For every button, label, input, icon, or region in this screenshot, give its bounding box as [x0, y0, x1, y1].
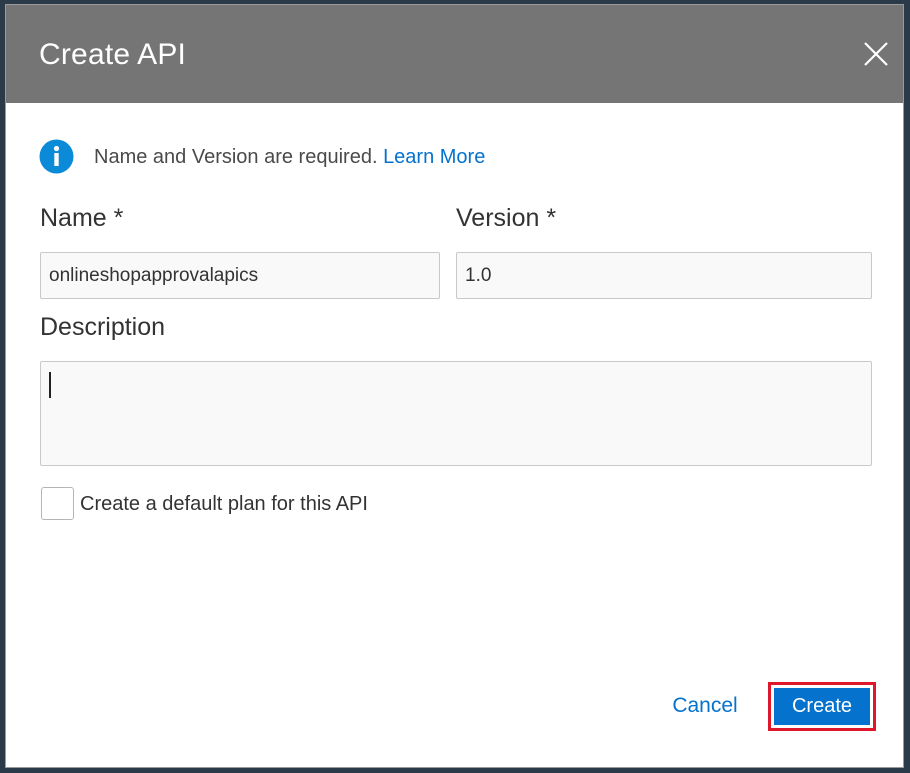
dialog-title: Create API — [39, 38, 187, 71]
name-input[interactable] — [40, 252, 440, 299]
version-label: Version * — [456, 204, 557, 232]
info-icon — [39, 139, 74, 174]
version-input[interactable] — [456, 252, 872, 299]
text-caret — [49, 372, 51, 398]
default-plan-label: Create a default plan for this API — [80, 493, 368, 515]
info-text: Name and Version are required. Learn Mor… — [94, 146, 485, 169]
create-button-highlight: Create — [768, 682, 876, 731]
default-plan-checkbox[interactable] — [41, 487, 74, 520]
info-message: Name and Version are required. — [94, 146, 378, 168]
close-icon[interactable] — [863, 41, 889, 67]
dialog-header: Create API — [6, 5, 903, 103]
learn-more-link[interactable]: Learn More — [383, 146, 485, 168]
name-label: Name * — [40, 204, 124, 232]
create-api-dialog: Create API Name and Version are required… — [5, 4, 904, 768]
create-button[interactable]: Create — [774, 688, 870, 725]
description-label: Description — [40, 313, 166, 341]
cancel-button[interactable]: Cancel — [667, 694, 743, 722]
description-textarea[interactable] — [40, 361, 872, 466]
